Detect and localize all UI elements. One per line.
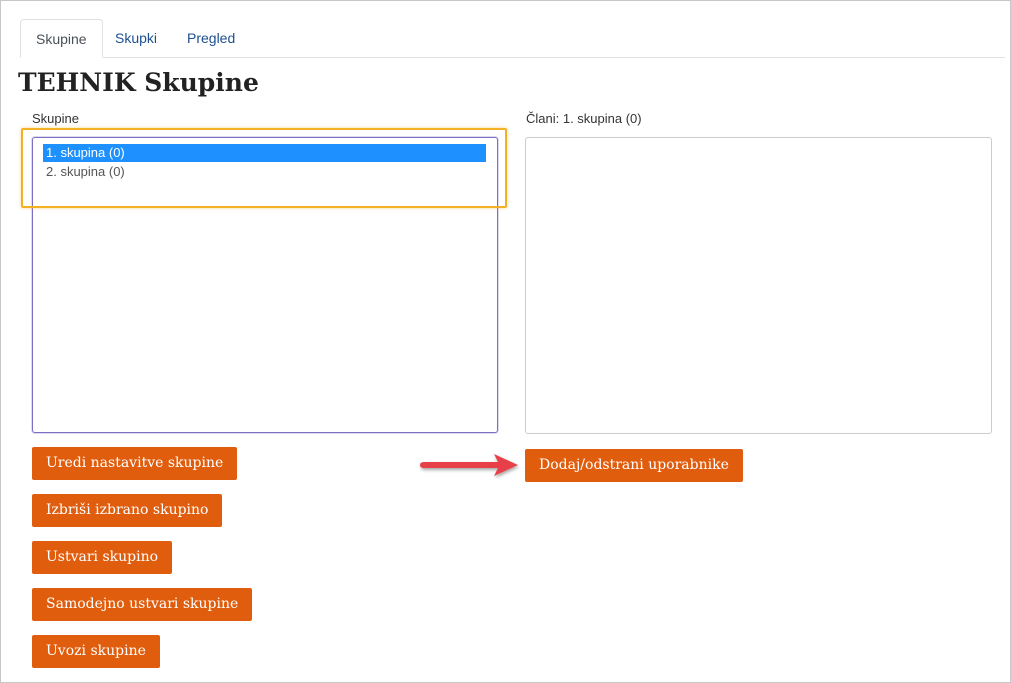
tab-skupine[interactable]: Skupine [20, 19, 103, 58]
add-remove-users-button[interactable]: Dodaj/odstrani uporabnike [525, 449, 743, 482]
create-group-button[interactable]: Ustvari skupino [32, 541, 173, 574]
tab-pregled[interactable]: Pregled [172, 19, 250, 57]
groups-label: Skupine [32, 111, 79, 126]
auto-create-groups-button[interactable]: Samodejno ustvari skupine [32, 588, 253, 621]
tab-skupki[interactable]: Skupki [100, 19, 172, 57]
members-listbox[interactable] [525, 137, 992, 434]
arrow-right-icon [420, 454, 518, 476]
groups-listbox[interactable]: 1. skupina (0) 2. skupina (0) [32, 137, 498, 433]
page-title: TEHNIK Skupine [18, 68, 259, 97]
members-label: Člani: 1. skupina (0) [526, 111, 642, 126]
group-option-2[interactable]: 2. skupina (0) [43, 163, 486, 181]
edit-group-settings-button[interactable]: Uredi nastavitve skupine [32, 447, 238, 480]
tab-bar: Skupine Skupki Pregled [20, 19, 1005, 58]
delete-selected-group-button[interactable]: Izbriši izbrano skupino [32, 494, 223, 527]
group-option-1[interactable]: 1. skupina (0) [43, 144, 486, 162]
import-groups-button[interactable]: Uvozi skupine [32, 635, 160, 668]
